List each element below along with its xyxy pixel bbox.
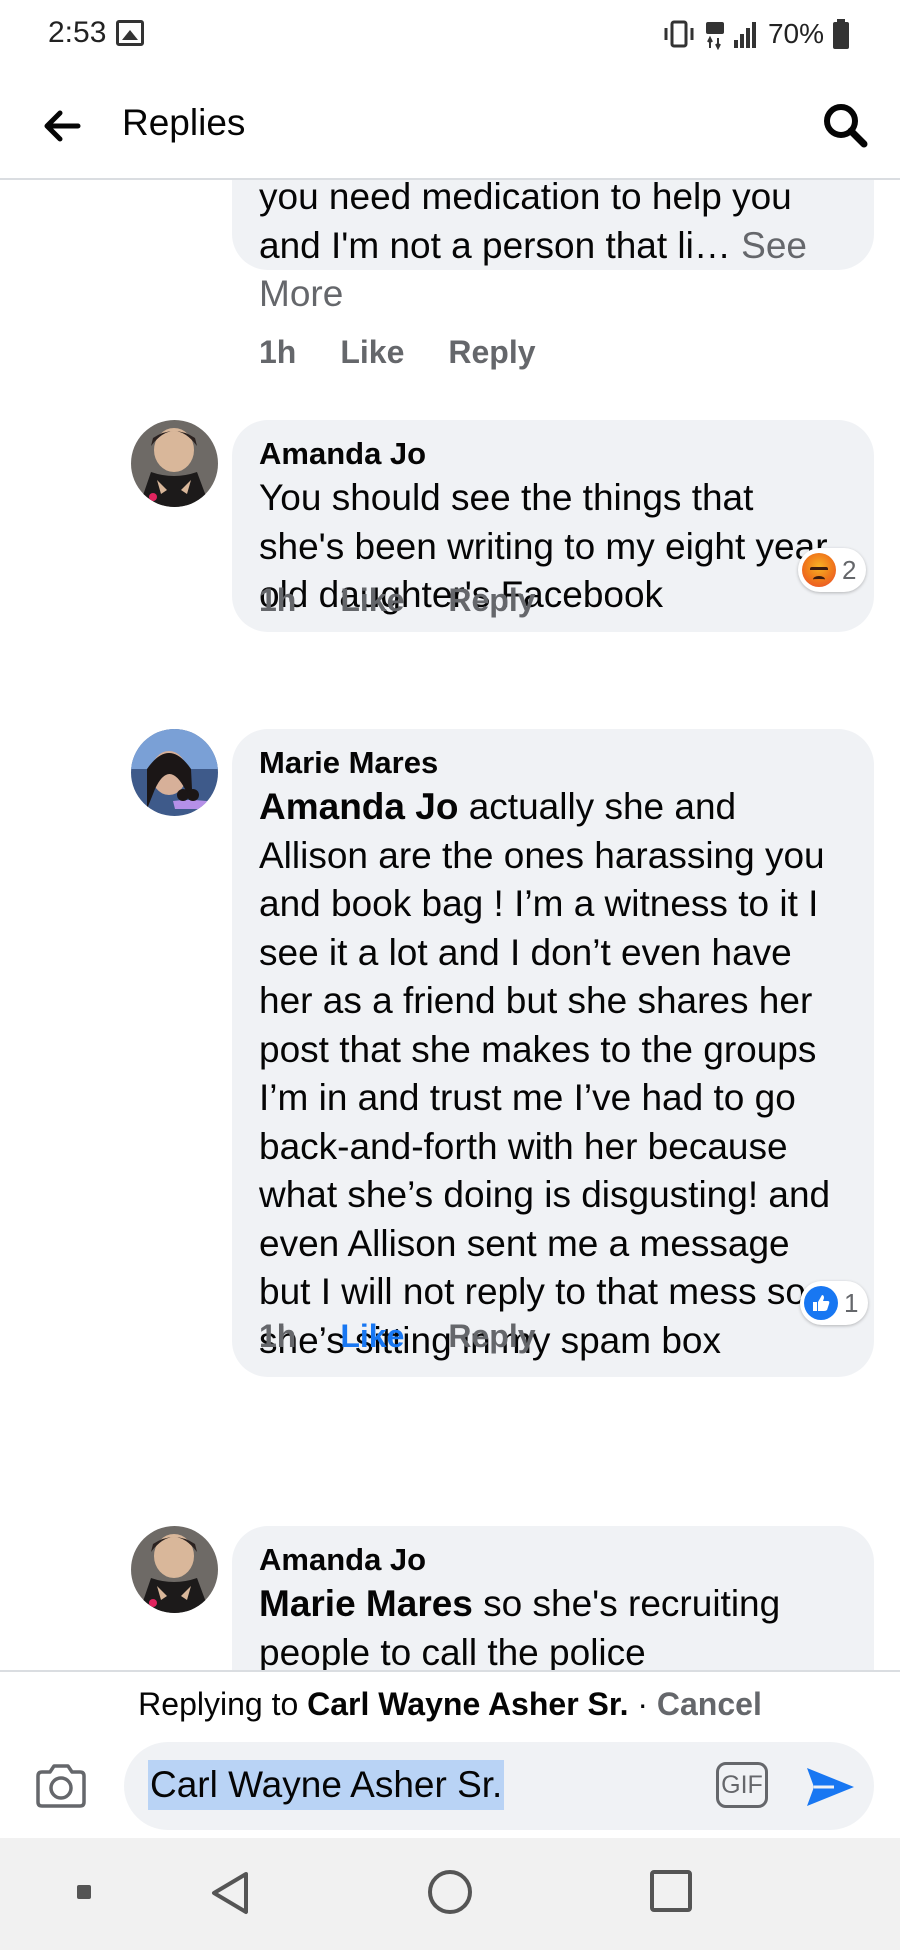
avatar[interactable] bbox=[131, 729, 218, 816]
like-reaction-icon bbox=[804, 1286, 838, 1320]
comment-bubble[interactable]: Marie Mares Amanda Jo actually she and A… bbox=[232, 729, 874, 1377]
battery-icon bbox=[833, 19, 849, 49]
replies-feed[interactable]: you need medication to help you and I'm … bbox=[0, 180, 900, 1670]
comment-actions: 1h Like Reply bbox=[259, 582, 536, 619]
like-button[interactable]: Like bbox=[340, 1318, 404, 1355]
comment-actions: 1h Like Reply bbox=[259, 334, 536, 371]
comment-text-body: you need medication to help you and I'm … bbox=[259, 180, 792, 266]
nav-recents-icon[interactable] bbox=[650, 1870, 692, 1912]
comment-text-body: actually she and Allison are the ones ha… bbox=[259, 786, 831, 1361]
reaction-count-value: 1 bbox=[844, 1287, 859, 1318]
gif-icon[interactable]: GIF bbox=[716, 1762, 768, 1808]
page-title: Replies bbox=[122, 102, 246, 143]
comment-bubble[interactable]: Amanda Jo Marie Mares so she's recruitin… bbox=[232, 1526, 874, 1670]
separator: · bbox=[628, 1686, 657, 1722]
back-arrow-icon[interactable] bbox=[40, 104, 84, 148]
mention-link[interactable]: Marie Mares bbox=[259, 1583, 473, 1624]
mention-link[interactable]: Amanda Jo bbox=[259, 786, 458, 827]
app-header: Replies bbox=[0, 70, 900, 180]
signal-icon bbox=[705, 22, 756, 50]
like-button[interactable]: Like bbox=[340, 334, 404, 371]
comment-input-value[interactable]: Carl Wayne Asher Sr. bbox=[148, 1760, 505, 1810]
nav-home-icon[interactable] bbox=[428, 1870, 472, 1914]
reply-button[interactable]: Reply bbox=[448, 1318, 535, 1355]
replying-to-name: Carl Wayne Asher Sr. bbox=[307, 1686, 629, 1722]
system-nav-bar bbox=[0, 1838, 900, 1950]
reaction-count[interactable]: 1 bbox=[800, 1281, 869, 1325]
reply-button[interactable]: Reply bbox=[448, 582, 535, 619]
avatar[interactable] bbox=[131, 420, 218, 507]
comment-author[interactable]: Marie Mares bbox=[259, 743, 847, 783]
avatar-image bbox=[131, 729, 218, 816]
like-button[interactable]: Like bbox=[340, 582, 404, 619]
status-time: 2:53 bbox=[48, 16, 107, 49]
status-bar: 2:53 70% bbox=[0, 0, 900, 70]
image-notification-icon bbox=[116, 20, 144, 46]
reaction-count-value: 2 bbox=[842, 554, 857, 585]
reaction-count[interactable]: 2 bbox=[798, 548, 867, 592]
comment-author[interactable]: Amanda Jo bbox=[259, 434, 847, 474]
replying-prefix: Replying to bbox=[138, 1686, 308, 1722]
nav-back-icon[interactable] bbox=[206, 1870, 256, 1916]
avatar[interactable] bbox=[131, 1526, 218, 1613]
comment-time: 1h bbox=[259, 334, 297, 370]
battery-percent: 70% bbox=[767, 18, 824, 49]
comment-bubble[interactable]: you need medication to help you and I'm … bbox=[232, 180, 874, 314]
avatar-image bbox=[131, 1526, 218, 1613]
comment-text: Amanda Jo actually she and Allison are t… bbox=[259, 783, 847, 1365]
nav-dot-icon bbox=[77, 1885, 91, 1899]
status-right: 70% bbox=[662, 16, 850, 52]
send-icon[interactable] bbox=[804, 1764, 856, 1810]
cancel-reply-button[interactable]: Cancel bbox=[657, 1686, 762, 1722]
comment-input[interactable]: Carl Wayne Asher Sr. GIF bbox=[124, 1742, 874, 1830]
avatar-image bbox=[131, 420, 218, 507]
comment-text: you need medication to help you and I'm … bbox=[259, 180, 859, 319]
vibrate-icon bbox=[664, 20, 694, 48]
comment-actions: 1h Like Reply bbox=[259, 1318, 536, 1355]
camera-icon[interactable] bbox=[34, 1762, 88, 1810]
reply-button[interactable]: Reply bbox=[448, 334, 535, 371]
reply-composer: Replying to Carl Wayne Asher Sr. · Cance… bbox=[0, 1670, 900, 1838]
comment-time: 1h bbox=[259, 1318, 297, 1354]
search-icon[interactable] bbox=[820, 100, 870, 150]
comment-author[interactable]: Amanda Jo bbox=[259, 1540, 847, 1580]
angry-reaction-icon bbox=[802, 553, 836, 587]
replying-to-line: Replying to Carl Wayne Asher Sr. · Cance… bbox=[0, 1686, 900, 1723]
comment-time: 1h bbox=[259, 582, 297, 618]
comment-text: Marie Mares so she's recruiting people t… bbox=[259, 1580, 847, 1670]
